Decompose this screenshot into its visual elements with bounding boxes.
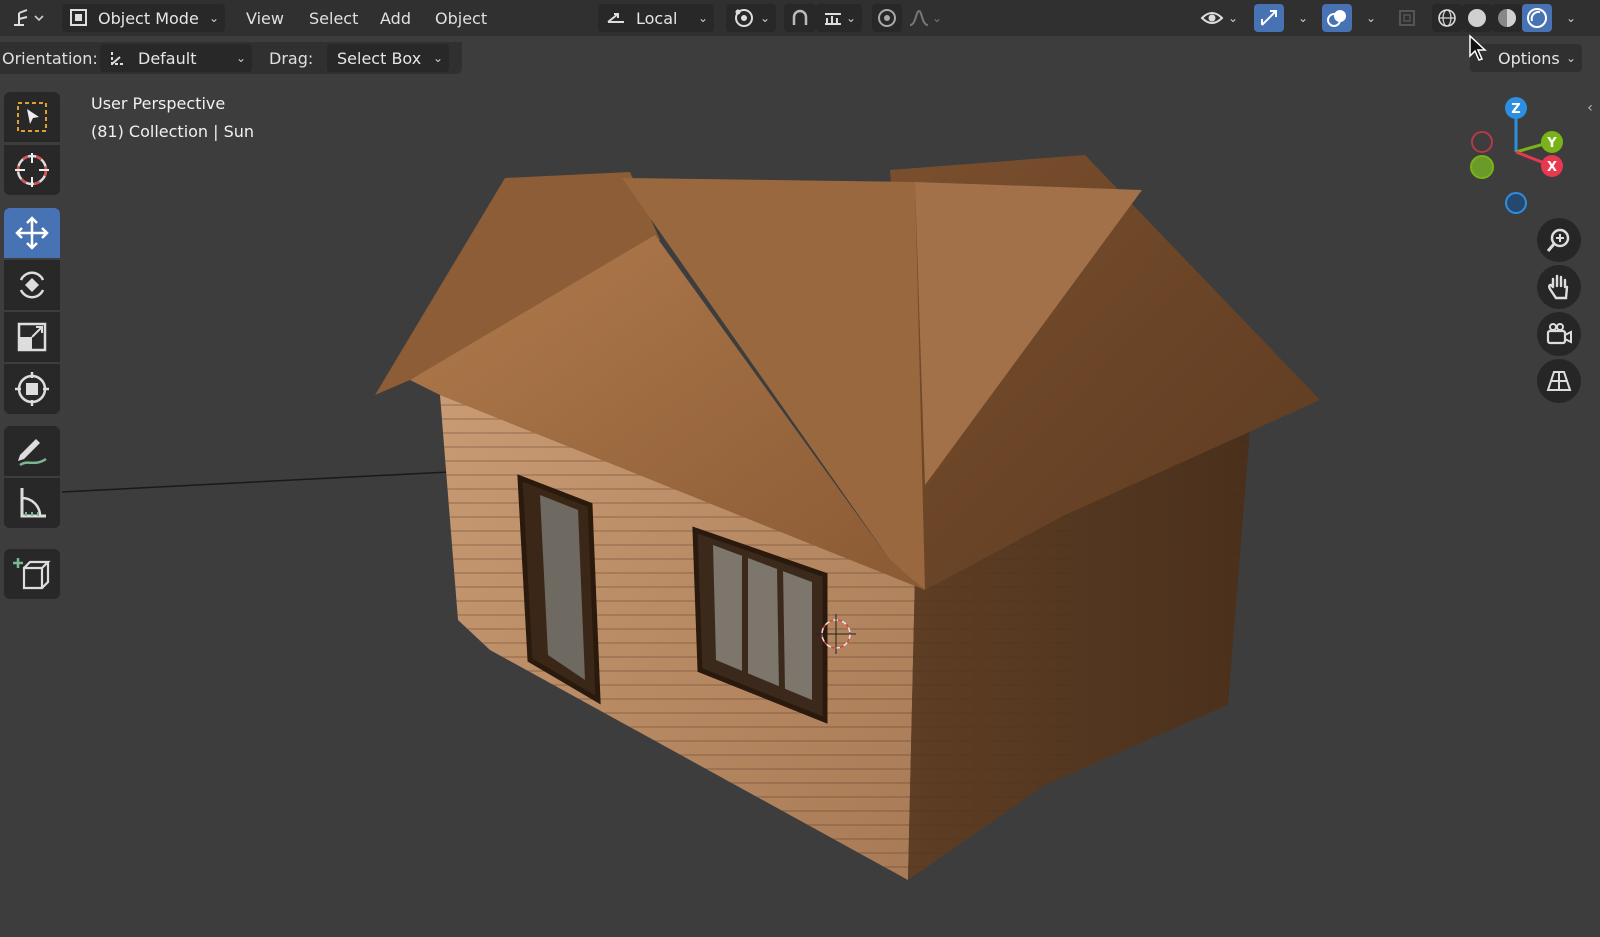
- sidebar-toggle[interactable]: ‹: [1582, 100, 1598, 120]
- viewport-scene[interactable]: [0, 0, 1600, 937]
- gizmo-x-label: X: [1547, 160, 1557, 175]
- gizmo-z-label: Z: [1511, 102, 1520, 117]
- navigation-gizmo[interactable]: Z Y X: [1460, 92, 1570, 222]
- camera-view-icon: [1546, 323, 1572, 345]
- mouse-pointer-icon: [1469, 34, 1487, 61]
- perspective-toggle-icon: [1546, 371, 1572, 391]
- camera-view-button[interactable]: [1537, 312, 1581, 356]
- zoom-button[interactable]: [1537, 218, 1581, 262]
- gizmo-y-label: Y: [1546, 136, 1557, 151]
- pan-button[interactable]: [1537, 265, 1581, 309]
- pan-hand-icon: [1548, 274, 1569, 300]
- perspective-toggle-button[interactable]: [1537, 359, 1581, 403]
- zoom-icon: [1546, 228, 1570, 252]
